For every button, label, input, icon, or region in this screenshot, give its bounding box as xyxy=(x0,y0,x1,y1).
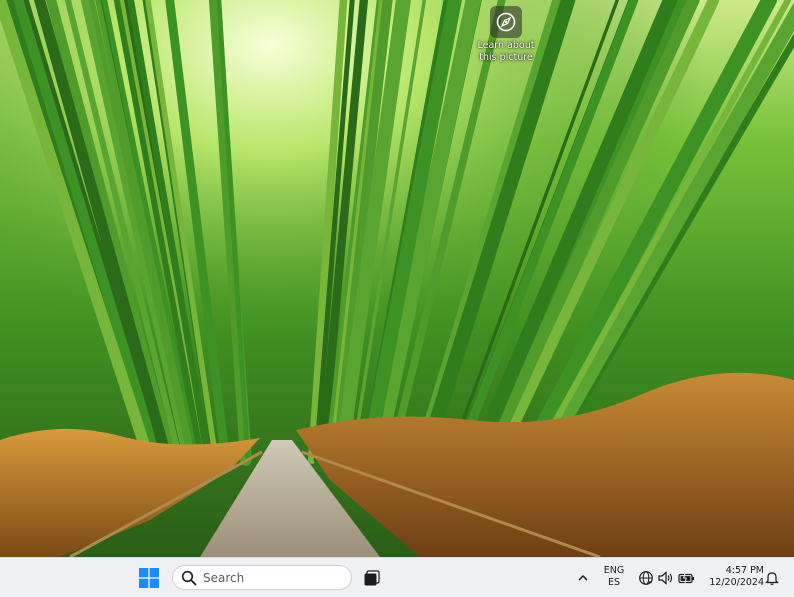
battery-button[interactable] xyxy=(678,570,695,586)
speaker-icon xyxy=(658,571,673,585)
globe-network-icon xyxy=(639,571,653,585)
keyboard-layout-code: ES xyxy=(607,577,621,588)
show-hidden-icons-button[interactable] xyxy=(576,570,590,584)
desktop: Learn about this picture xyxy=(0,0,794,557)
search-icon xyxy=(181,570,197,585)
compass-icon xyxy=(490,6,522,38)
search-box[interactable]: Search xyxy=(172,565,352,590)
chevron-up-icon xyxy=(578,574,588,581)
widget-label-line1: Learn about xyxy=(477,40,535,51)
wallpaper-bamboo-forest xyxy=(0,0,794,557)
learn-about-picture-widget[interactable]: Learn about this picture xyxy=(472,6,540,64)
volume-button[interactable] xyxy=(657,570,674,586)
start-button[interactable] xyxy=(139,568,159,588)
clock[interactable]: 4:57 PM 12/20/2024 xyxy=(700,565,764,589)
taskbar: Search ENG ES 4:57 PM 12/20/2024 xyxy=(0,557,794,597)
task-view-button[interactable] xyxy=(363,569,381,587)
input-language-indicator[interactable]: ENG ES xyxy=(600,565,628,589)
battery-icon xyxy=(678,571,694,585)
clock-date: 12/20/2024 xyxy=(709,577,764,588)
network-button[interactable] xyxy=(638,570,654,586)
language-code: ENG xyxy=(603,565,625,576)
clock-time: 4:57 PM xyxy=(725,565,764,576)
search-label: Search xyxy=(203,570,245,585)
task-view-icon xyxy=(364,570,380,586)
notifications-button[interactable] xyxy=(765,570,779,586)
widget-label-line2: this picture xyxy=(479,52,533,63)
bell-icon xyxy=(765,572,779,585)
windows-logo-icon xyxy=(139,568,159,588)
